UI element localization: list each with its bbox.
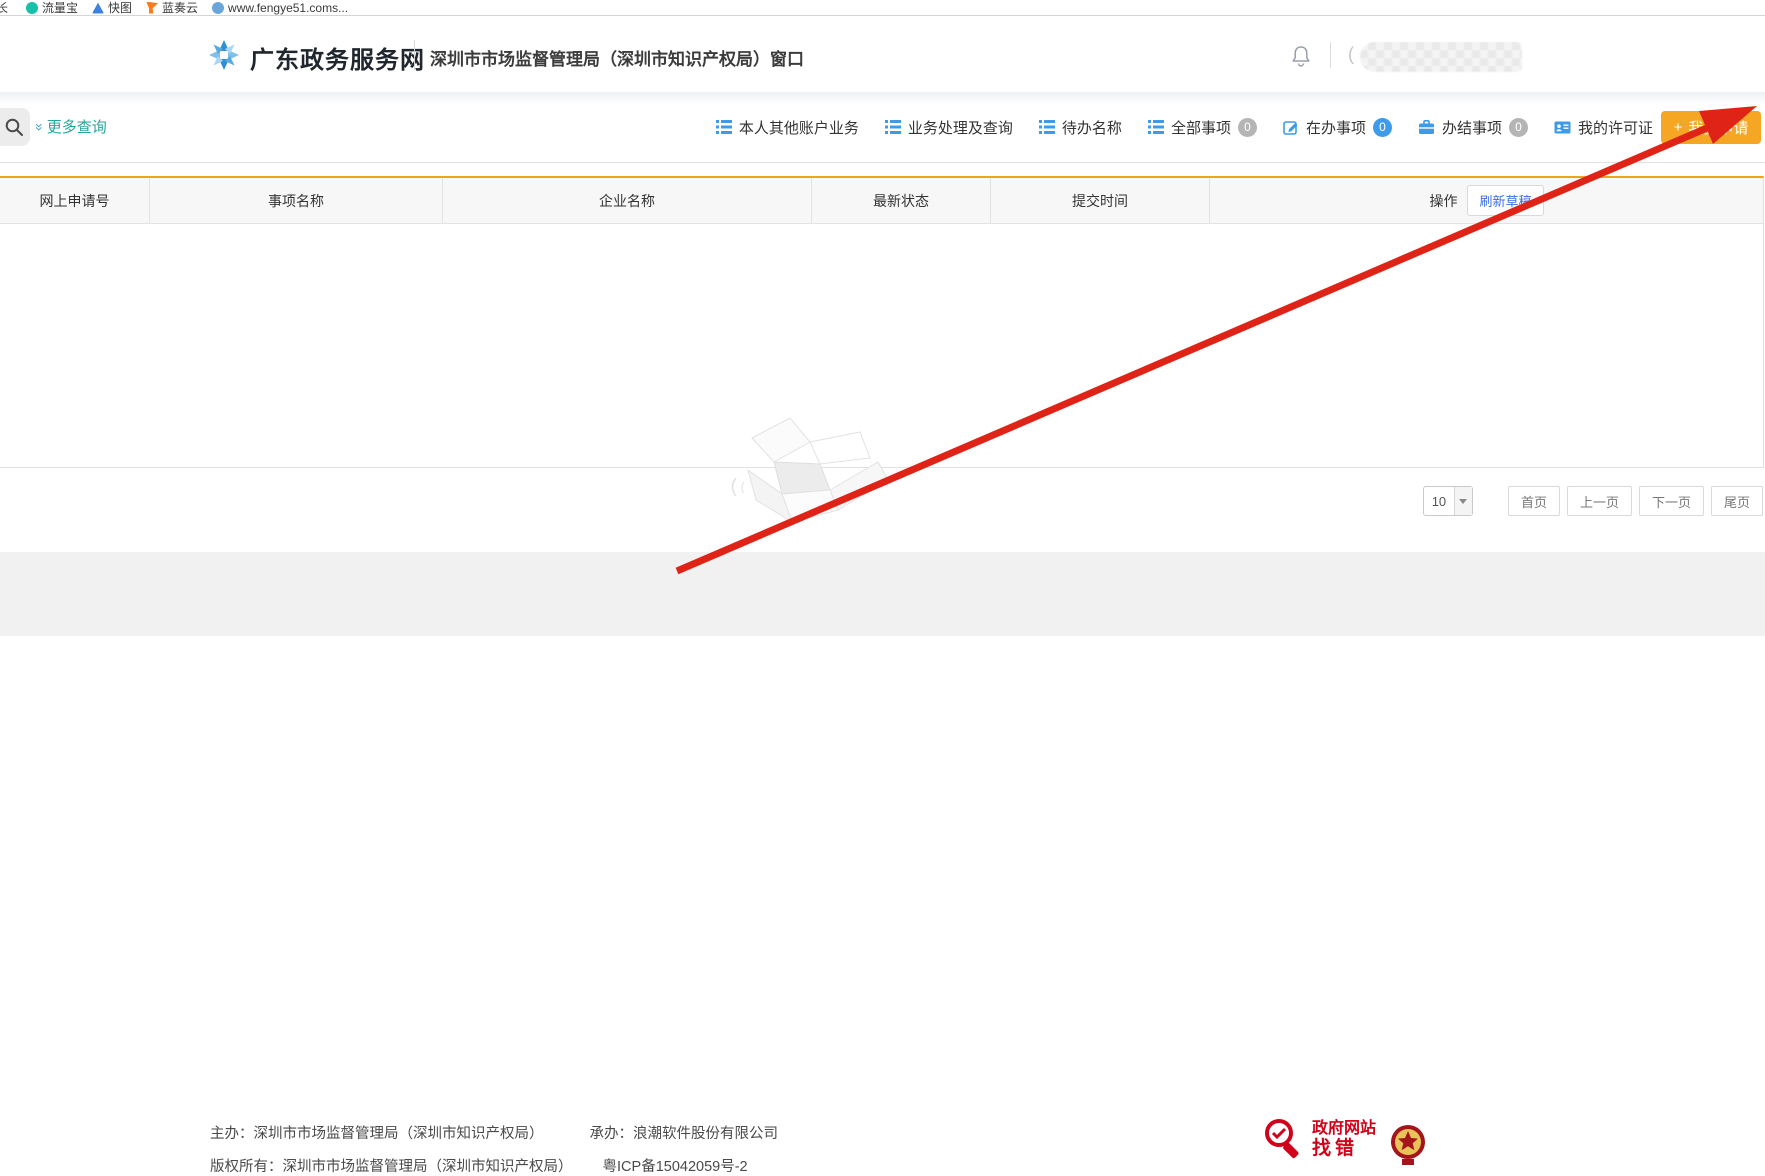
toolbar-nav: » 更多查询 本人其他账户业务 业务处理及查询 — [0, 92, 1765, 163]
error-report-magnifier-icon — [1262, 1116, 1306, 1164]
count-badge: 0 — [1373, 118, 1392, 137]
nav-item-label: 全部事项 — [1171, 117, 1231, 138]
gov-site-emblem-icon[interactable] — [1388, 1122, 1428, 1166]
list-icon — [1148, 120, 1164, 134]
window-title: 深圳市市场监督管理局（深圳市知识产权局）窗口 — [430, 45, 804, 70]
page-size-select[interactable]: 10 — [1423, 486, 1473, 516]
id-card-icon — [1554, 120, 1571, 135]
nav-item-my-other-account[interactable]: 本人其他账户业务 — [716, 117, 859, 138]
footer-line-2: 版权所有：深圳市市场监督管理局（深圳市知识产权局） 粤ICP备15042059号… — [210, 1155, 748, 1176]
bookmark-label: 蓝奏云 — [162, 0, 198, 16]
more-query-label: 更多查询 — [47, 116, 107, 137]
col-header-submit-time: 提交时间 — [991, 178, 1210, 223]
nav-item-in-progress[interactable]: 在办事项 0 — [1283, 117, 1392, 138]
list-icon — [716, 120, 732, 134]
bookmark-item-partial[interactable]: 长 — [0, 0, 12, 16]
header-divider — [414, 40, 415, 70]
notification-bell-icon[interactable] — [1290, 44, 1312, 68]
apply-button-label: 我要申请 — [1688, 117, 1748, 138]
nav-item-all-matters[interactable]: 全部事项 0 — [1148, 117, 1257, 138]
col-header-actions: 操作 刷新草稿 — [1210, 178, 1763, 223]
blue-mountain-icon — [92, 2, 104, 14]
count-badge: 0 — [1238, 118, 1257, 137]
first-page-button[interactable]: 首页 — [1508, 486, 1560, 516]
page-bottom-whitespace — [0, 636, 1765, 744]
header-divider — [1330, 42, 1331, 68]
error-badge-line1: 政府网站 — [1312, 1120, 1376, 1138]
site-logo-text[interactable]: 广东政务服务网 — [250, 40, 425, 75]
teal-circle-icon — [26, 2, 38, 14]
footer-host: 主办：深圳市市场监督管理局（深圳市知识产权局） — [210, 1126, 544, 1142]
bookmark-item[interactable]: www.fengye51.coms... — [212, 1, 348, 15]
actions-label: 操作 — [1429, 191, 1457, 211]
col-header-application-no: 网上申请号 — [0, 178, 150, 223]
col-header-company-name: 企业名称 — [443, 178, 812, 223]
site-header: 广东政务服务网 深圳市市场监督管理局（深圳市知识产权局）窗口 ( — [0, 16, 1765, 92]
more-query-link[interactable]: » 更多查询 — [36, 116, 107, 137]
search-button[interactable] — [0, 108, 30, 146]
bookmark-item[interactable]: 流量宝 — [26, 0, 78, 16]
list-icon — [1039, 120, 1055, 134]
nav-item-label: 办结事项 — [1442, 117, 1502, 138]
gov-site-error-report-badge[interactable]: 政府网站 找错 — [1262, 1116, 1376, 1164]
footer-undertake: 承办：浪潮软件股份有限公司 — [590, 1126, 779, 1142]
bookmark-item[interactable]: 蓝奏云 — [146, 0, 198, 16]
search-icon — [4, 117, 24, 137]
next-page-button[interactable]: 下一页 — [1639, 486, 1704, 516]
prev-page-button[interactable]: 上一页 — [1567, 486, 1632, 516]
bookmark-label: 流量宝 — [42, 0, 78, 16]
nav-item-todo-names[interactable]: 待办名称 — [1039, 117, 1122, 138]
nav-item-label: 待办名称 — [1062, 117, 1122, 138]
orange-flag-icon — [146, 2, 158, 14]
chevron-double-down-icon: » — [32, 123, 48, 131]
blue-globe-icon — [212, 2, 224, 14]
list-icon — [885, 120, 901, 134]
plus-icon: + — [1674, 119, 1683, 136]
gdzwfw-logo-icon — [207, 38, 241, 72]
pagination: 10 首页 上一页 下一页 尾页 — [1423, 486, 1763, 516]
col-header-matter-name: 事项名称 — [150, 178, 443, 223]
select-dropdown-zone — [1454, 487, 1472, 515]
error-report-badge-texts: 政府网站 找错 — [1312, 1120, 1376, 1160]
nav-item-completed[interactable]: 办结事项 0 — [1418, 117, 1528, 138]
page-footer: 主办：深圳市市场监督管理局（深圳市知识产权局） 承办：浪潮软件股份有限公司 版权… — [0, 552, 1765, 636]
footer-copyright: 版权所有：深圳市市场监督管理局（深圳市知识产权局） — [210, 1159, 573, 1175]
nav-item-my-licenses[interactable]: 我的许可证 — [1554, 117, 1653, 138]
count-badge: 0 — [1509, 118, 1528, 137]
masked-username[interactable] — [1360, 42, 1522, 72]
browser-bookmarks-bar: 长 流量宝 快图 蓝奏云 www.fengye51.coms... — [0, 0, 1765, 16]
error-badge-line2: 找错 — [1312, 1138, 1376, 1160]
nav-item-label: 业务处理及查询 — [908, 117, 1013, 138]
masked-username-paren: ( — [1348, 44, 1354, 65]
footer-icp: 粤ICP备15042059号-2 — [603, 1159, 748, 1175]
chevron-down-icon — [1459, 499, 1467, 504]
pencil-square-icon — [1283, 119, 1299, 135]
col-header-latest-status: 最新状态 — [812, 178, 991, 223]
nav-item-label: 本人其他账户业务 — [739, 117, 859, 138]
nav-item-business-query[interactable]: 业务处理及查询 — [885, 117, 1013, 138]
bookmark-label: www.fengye51.coms... — [228, 1, 348, 15]
footer-line-1: 主办：深圳市市场监督管理局（深圳市知识产权局） 承办：浪潮软件股份有限公司 — [210, 1122, 778, 1143]
table-header-row: 网上申请号 事项名称 企业名称 最新状态 提交时间 操作 刷新草稿 — [0, 178, 1763, 224]
nav-item-label: 我的许可证 — [1578, 117, 1653, 138]
briefcase-icon — [1418, 119, 1435, 135]
bookmark-item[interactable]: 快图 — [92, 0, 132, 16]
bookmark-label: 快图 — [108, 0, 132, 16]
apply-now-button[interactable]: + 我要申请 — [1661, 111, 1761, 144]
nav-item-label: 在办事项 — [1306, 117, 1366, 138]
nav-items-group: 本人其他账户业务 业务处理及查询 待办名称 全部事项 — [716, 92, 1653, 162]
applications-table: 网上申请号 事项名称 企业名称 最新状态 提交时间 操作 刷新草稿 没有查询到数… — [0, 176, 1764, 468]
last-page-button[interactable]: 尾页 — [1711, 486, 1763, 516]
refresh-draft-button[interactable]: 刷新草稿 — [1467, 185, 1543, 216]
page-size-value: 10 — [1424, 494, 1454, 509]
